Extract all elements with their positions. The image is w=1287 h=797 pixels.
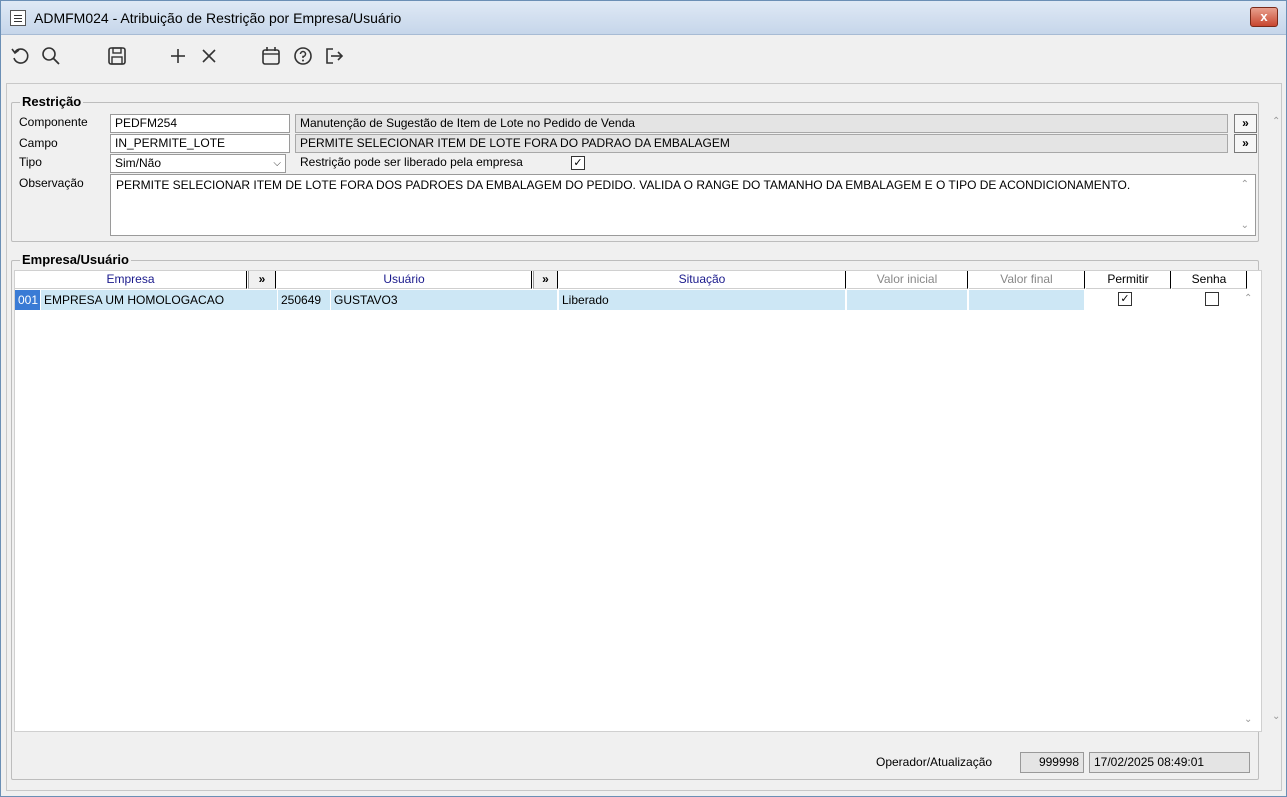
empresa-usuario-grid: Empresa » Usuário » Situação Valor inici… (14, 270, 1262, 732)
calendar-icon[interactable] (259, 45, 283, 69)
restricao-title: Restrição (20, 94, 84, 109)
save-icon[interactable] (105, 45, 129, 69)
search-icon[interactable] (39, 45, 63, 69)
permitir-checkbox[interactable]: ✓ (1118, 292, 1132, 306)
empresa-code-cell[interactable]: 001 (15, 290, 41, 310)
chevron-up-icon[interactable]: ⌃ (1241, 179, 1249, 190)
usuario-name-cell[interactable]: GUSTAVO3 (331, 290, 558, 310)
tipo-value: Sim/Não (115, 156, 162, 170)
chevron-down-icon[interactable]: ⌄ (1272, 711, 1280, 722)
chevron-down-icon[interactable]: ⌄ (1241, 220, 1249, 231)
usuario-code-cell[interactable]: 250649 (278, 290, 331, 310)
valor-final-cell[interactable] (969, 290, 1085, 310)
toolbar (1, 37, 1286, 77)
campo-lookup-button[interactable]: » (1234, 134, 1257, 153)
atualizacao-field: 17/02/2025 08:49:01 (1089, 752, 1250, 773)
observacao-textarea[interactable]: PERMITE SELECIONAR ITEM DE LOTE FORA DOS… (110, 174, 1256, 236)
add-icon[interactable] (166, 45, 190, 69)
usuario-lookup-button[interactable]: » (533, 271, 558, 289)
campo-label: Campo (19, 136, 58, 150)
exit-icon[interactable] (322, 45, 346, 69)
restricao-group: Restrição Componente PEDFM254 Manutenção… (11, 94, 1259, 242)
chevron-up-icon[interactable]: ⌃ (1272, 116, 1280, 127)
observacao-text: PERMITE SELECIONAR ITEM DE LOTE FORA DOS… (116, 178, 1131, 192)
componente-label: Componente (19, 115, 88, 129)
tipo-select[interactable]: Sim/Não ⌵ (110, 154, 286, 173)
main-panel: Restrição Componente PEDFM254 Manutenção… (6, 83, 1282, 791)
componente-desc-field: Manutenção de Sugestão de Item de Lote n… (295, 114, 1228, 133)
empresa-usuario-title: Empresa/Usuário (20, 252, 131, 267)
document-icon (10, 10, 26, 26)
empresa-lookup-button[interactable]: » (248, 271, 276, 289)
observacao-label: Observação (19, 176, 84, 190)
col-usuario[interactable]: Usuário (277, 271, 532, 289)
chevron-down-icon: ⌵ (273, 158, 281, 169)
col-permitir[interactable]: Permitir (1086, 271, 1171, 289)
campo-desc-field: PERMITE SELECIONAR ITEM DE LOTE FORA DO … (295, 134, 1228, 153)
valor-inicial-cell[interactable] (847, 290, 968, 310)
title-bar: ADMFM024 - Atribuição de Restrição por E… (1, 1, 1286, 35)
empresa-name-cell[interactable]: EMPRESA UM HOMOLOGACAO (41, 290, 278, 310)
window-scrollbar[interactable]: ⌃ ⌄ (1268, 116, 1286, 736)
liberado-label: Restrição pode ser liberado pela empresa (300, 155, 523, 169)
undo-icon[interactable] (9, 45, 33, 69)
help-icon[interactable] (291, 45, 315, 69)
col-valor-final[interactable]: Valor final (969, 271, 1085, 289)
col-senha[interactable]: Senha (1172, 271, 1247, 289)
window-title: ADMFM024 - Atribuição de Restrição por E… (34, 10, 402, 26)
operador-field: 999998 (1020, 752, 1084, 773)
close-button[interactable]: x (1250, 7, 1278, 27)
app-window: ADMFM024 - Atribuição de Restrição por E… (0, 0, 1287, 797)
senha-checkbox[interactable] (1205, 292, 1219, 306)
chevron-up-icon[interactable]: ⌃ (1244, 293, 1252, 304)
col-valor-inicial[interactable]: Valor inicial (847, 271, 968, 289)
componente-lookup-button[interactable]: » (1234, 114, 1257, 133)
delete-icon[interactable] (197, 45, 221, 69)
liberado-checkbox[interactable]: ✓ (571, 156, 585, 170)
situacao-cell[interactable]: Liberado (559, 290, 846, 310)
col-empresa[interactable]: Empresa (15, 271, 247, 289)
campo-code-field[interactable]: IN_PERMITE_LOTE (110, 134, 290, 153)
componente-code-field[interactable]: PEDFM254 (110, 114, 290, 133)
col-situacao[interactable]: Situação (559, 271, 846, 289)
chevron-down-icon[interactable]: ⌄ (1244, 714, 1252, 725)
operador-label: Operador/Atualização (876, 755, 993, 769)
tipo-label: Tipo (19, 155, 42, 169)
